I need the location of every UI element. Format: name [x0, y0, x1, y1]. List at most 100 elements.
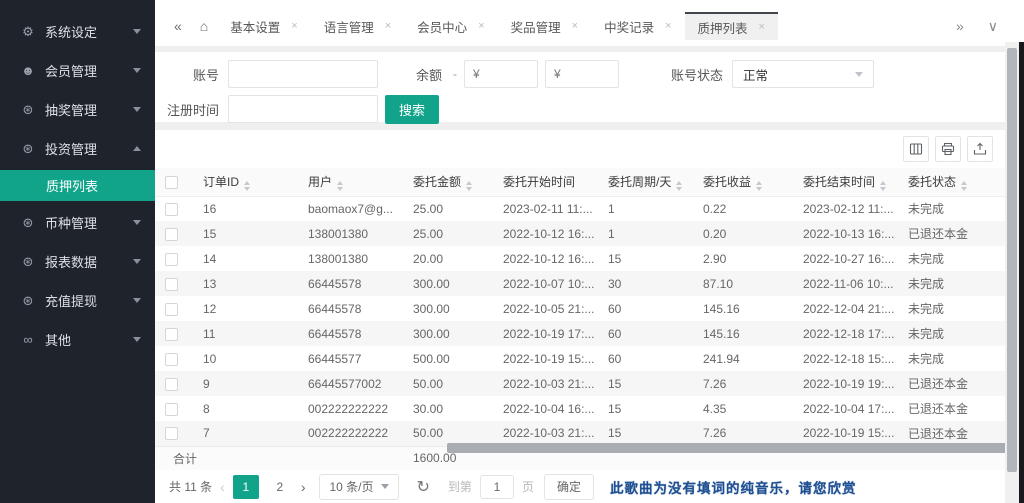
row-checkbox[interactable] — [165, 402, 178, 416]
cell-amount: 500.00 — [403, 346, 493, 371]
horizontal-scrollbar[interactable] — [447, 443, 1010, 453]
column-header[interactable]: 委托收益 — [693, 168, 793, 197]
sort-icon[interactable] — [756, 180, 763, 191]
tab[interactable]: 质押列表 × — [684, 12, 778, 40]
goto-page-input[interactable] — [479, 474, 514, 499]
register-time-input[interactable] — [228, 95, 378, 123]
row-checkbox[interactable] — [165, 277, 178, 291]
sidebar-subitem-pledge-list[interactable]: 质押列表 — [0, 170, 155, 201]
cell-user: 138001380 — [298, 246, 403, 271]
account-status-value: 正常 — [743, 68, 769, 83]
cell-start-time: 2022-10-03 21:... — [493, 371, 598, 396]
page-size-value: 10 条/页 — [329, 480, 374, 494]
sidebar-item[interactable]: ⊛ 币种管理 — [0, 203, 155, 242]
sidebar-menu: ⚙ 系统设定 ☻ 会员管理 ⊛ 抽奖管理 ⊛ 投资管理 质押列表 ⊛ 币种管理 … — [0, 12, 155, 359]
account-status-label: 账号状态 — [671, 67, 724, 83]
sort-icon[interactable] — [244, 180, 251, 191]
sidebar-item[interactable]: ⊛ 投资管理 — [0, 129, 155, 168]
close-tab-icon[interactable]: × — [291, 20, 297, 32]
column-label: 委托周期/天 — [608, 174, 672, 189]
row-select-cell — [155, 346, 193, 371]
next-page-icon[interactable]: › — [301, 479, 306, 495]
cell-status: 未完成 — [898, 296, 1005, 321]
close-tab-icon[interactable]: × — [759, 21, 765, 33]
row-checkbox[interactable] — [165, 202, 178, 216]
sort-icon[interactable] — [880, 180, 887, 191]
column-header[interactable]: 用户 — [298, 168, 403, 197]
row-checkbox[interactable] — [165, 302, 178, 316]
cell-end-time: 2022-12-18 17:... — [793, 321, 898, 346]
cell-order-id: 13 — [193, 271, 298, 296]
expand-tabs-icon[interactable]: » — [956, 18, 964, 34]
cell-status: 已退还本金 — [898, 371, 1005, 396]
chevron-icon — [133, 68, 141, 73]
column-header[interactable]: 委托金额 — [403, 168, 493, 197]
column-header[interactable]: 订单ID — [193, 168, 298, 197]
column-header[interactable]: 委托开始时间 — [493, 168, 598, 197]
columns-icon[interactable] — [903, 136, 929, 162]
prev-page-icon[interactable]: ‹ — [220, 479, 225, 495]
lottery-icon: ⊛ — [22, 101, 34, 117]
row-select-cell — [155, 421, 193, 446]
tab-options-icon[interactable]: ∨ — [988, 18, 998, 35]
collapse-tabs-icon[interactable]: « — [165, 12, 191, 40]
row-select-cell — [155, 196, 193, 221]
sort-icon[interactable] — [337, 180, 344, 191]
page-size-select[interactable]: 10 条/页 — [319, 473, 399, 500]
sidebar-item[interactable]: ⚙ 系统设定 — [0, 12, 155, 51]
close-tab-icon[interactable]: × — [478, 20, 484, 32]
row-checkbox[interactable] — [165, 377, 178, 391]
column-header[interactable]: 委托结束时间 — [793, 168, 898, 197]
row-checkbox[interactable] — [165, 352, 178, 366]
close-tab-icon[interactable]: × — [385, 20, 391, 32]
vertical-scrollbar[interactable] — [1007, 48, 1017, 472]
home-tab-icon[interactable]: ⌂ — [191, 12, 217, 40]
cell-profit: 145.16 — [693, 321, 793, 346]
sidebar-item[interactable]: ⊛ 充值提现 — [0, 281, 155, 320]
sort-icon[interactable] — [961, 180, 968, 191]
page-number-button[interactable]: 2 — [267, 475, 293, 499]
tab[interactable]: 奖品管理 × — [498, 12, 591, 40]
sidebar-item[interactable]: ⊛ 抽奖管理 — [0, 90, 155, 129]
sort-icon[interactable] — [466, 180, 473, 191]
cell-status: 未完成 — [898, 271, 1005, 296]
sidebar-item[interactable]: ☻ 会员管理 — [0, 51, 155, 90]
cell-start-time: 2022-10-05 21:... — [493, 296, 598, 321]
print-icon[interactable] — [935, 136, 961, 162]
close-tab-icon[interactable]: × — [572, 20, 578, 32]
row-checkbox[interactable] — [165, 427, 178, 441]
row-checkbox[interactable] — [165, 327, 178, 341]
balance-max-input[interactable] — [545, 60, 620, 88]
column-header[interactable]: 委托状态 — [898, 168, 1005, 197]
page-number-button[interactable]: 1 — [232, 474, 259, 499]
cell-amount: 50.00 — [403, 371, 493, 396]
tab[interactable]: 会员中心 × — [404, 12, 497, 40]
tab[interactable]: 中奖记录 × — [591, 12, 684, 40]
sidebar-item[interactable]: ∞ 其他 — [0, 320, 155, 359]
column-header[interactable]: 委托周期/天 — [598, 168, 693, 197]
table-row: 15 138001380 25.00 2022-10-12 16:... 1 0… — [155, 221, 1005, 246]
search-button[interactable]: 搜索 — [385, 94, 439, 124]
select-all-checkbox[interactable] — [165, 175, 178, 189]
row-select-cell — [155, 371, 193, 396]
account-status-select[interactable]: 正常 — [732, 60, 875, 88]
close-tab-icon[interactable]: × — [665, 20, 671, 32]
cell-user: 66445578 — [298, 271, 403, 296]
cell-order-id: 14 — [193, 246, 298, 271]
tab[interactable]: 语言管理 × — [311, 12, 404, 40]
cell-user: 002222222222 — [298, 421, 403, 446]
tab-label: 质押列表 — [697, 21, 748, 36]
row-checkbox[interactable] — [165, 227, 178, 241]
tab[interactable]: 基本设置 × — [217, 12, 310, 40]
export-icon[interactable] — [967, 136, 993, 162]
table-row: 10 66445577 500.00 2022-10-19 15:... 60 … — [155, 346, 1005, 371]
chevron-icon — [133, 107, 141, 112]
refresh-icon[interactable]: ↻ — [417, 477, 430, 497]
balance-min-input[interactable] — [464, 60, 539, 88]
cell-order-id: 15 — [193, 221, 298, 246]
account-input[interactable] — [228, 60, 378, 88]
row-checkbox[interactable] — [165, 252, 178, 266]
sidebar-item[interactable]: ⊛ 报表数据 — [0, 242, 155, 281]
confirm-page-button[interactable]: 确定 — [543, 473, 594, 500]
sort-icon[interactable] — [676, 180, 683, 191]
